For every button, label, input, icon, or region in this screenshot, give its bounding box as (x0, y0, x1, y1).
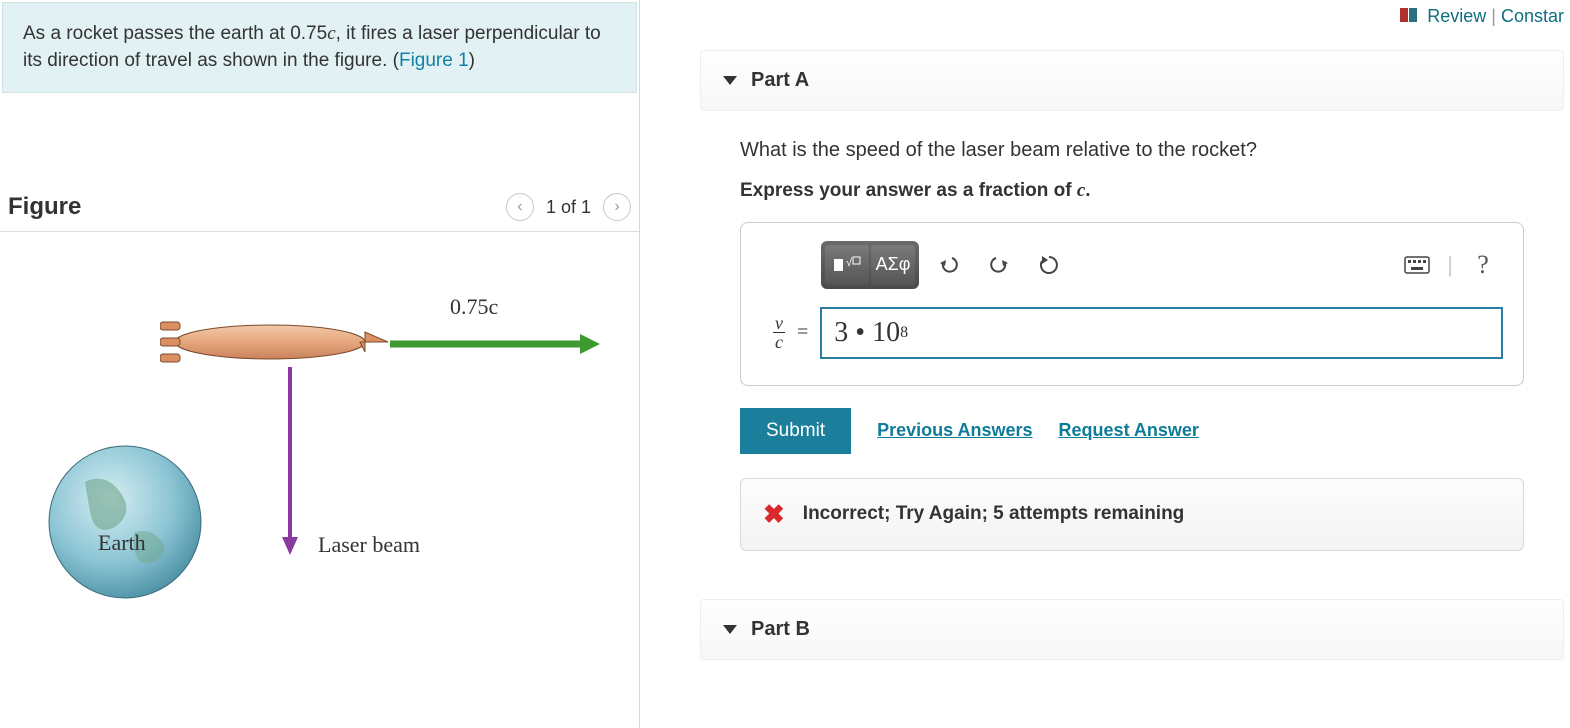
previous-answers-link[interactable]: Previous Answers (877, 420, 1032, 441)
rocket-image (160, 312, 390, 372)
figure-canvas: 0.75c Laser beam Earth (0, 232, 639, 728)
action-row: Submit Previous Answers Request Answer (740, 408, 1564, 454)
figure-page-indicator: 1 of 1 (546, 197, 591, 218)
answer-box: √ ΑΣφ | ? (740, 222, 1524, 386)
figure-next-button[interactable]: › (603, 193, 631, 221)
figure-header: Figure ‹ 1 of 1 › (0, 183, 639, 232)
part-a-instruction: Express your answer as a fraction of c. (740, 180, 1564, 202)
answer-input-row: v c = 3 • 108 (761, 307, 1503, 359)
answer-value: 3 • 10 (834, 317, 900, 349)
figure-heading: Figure (8, 193, 81, 221)
problem-text-3: ) (469, 50, 475, 71)
velocity-label: 0.75c (450, 294, 498, 320)
part-b-title: Part B (751, 618, 810, 641)
feedback-text: Incorrect; Try Again; 5 attempts remaini… (803, 503, 1185, 525)
left-pane: As a rocket passes the earth at 0.75c, i… (0, 0, 640, 728)
frac-denominator: c (773, 333, 785, 351)
keyboard-button[interactable] (1397, 245, 1437, 285)
velocity-arrow (390, 332, 600, 356)
template-tool-button[interactable]: √ (825, 245, 869, 285)
undo-button[interactable] (929, 245, 969, 285)
toolbar-divider: | (1447, 252, 1453, 278)
part-b-header[interactable]: Part B (700, 599, 1564, 660)
help-button[interactable]: ? (1463, 245, 1503, 285)
instruction-suffix: . (1085, 180, 1090, 201)
constants-link[interactable]: Constar (1501, 6, 1564, 26)
top-links: Review | Constar (700, 0, 1564, 34)
review-link[interactable]: Review (1427, 6, 1486, 26)
figure-link[interactable]: Figure 1 (399, 50, 469, 71)
frac-numerator: v (773, 314, 785, 333)
part-a-header[interactable]: Part A (700, 50, 1564, 111)
svg-text:√: √ (846, 257, 853, 269)
request-answer-link[interactable]: Request Answer (1059, 420, 1199, 441)
instruction-prefix: Express your answer as a fraction of (740, 180, 1077, 201)
greek-tool-button[interactable]: ΑΣφ (871, 245, 915, 285)
answer-input[interactable]: 3 • 108 (820, 307, 1503, 359)
equals-sign: = (797, 321, 808, 344)
reset-button[interactable] (1029, 245, 1069, 285)
part-a-question: What is the speed of the laser beam rela… (740, 139, 1564, 162)
redo-button[interactable] (979, 245, 1019, 285)
figure-nav: ‹ 1 of 1 › (506, 193, 631, 221)
part-a-title: Part A (751, 69, 809, 92)
book-icon (1400, 7, 1418, 28)
figure-prev-button[interactable]: ‹ (506, 193, 534, 221)
tool-group: √ ΑΣφ (821, 241, 919, 289)
laser-arrow (278, 367, 302, 557)
c-symbol: c (327, 23, 335, 44)
answer-exponent: 8 (900, 324, 908, 342)
link-separator: | (1491, 6, 1501, 26)
caret-down-icon (723, 625, 737, 634)
feedback-box: ✖ Incorrect; Try Again; 5 attempts remai… (740, 478, 1524, 551)
equation-toolbar: √ ΑΣφ | ? (761, 241, 1503, 289)
variable-fraction: v c (773, 314, 785, 351)
earth-label: Earth (98, 530, 146, 556)
caret-down-icon (723, 76, 737, 85)
laser-label: Laser beam (318, 532, 420, 558)
problem-statement: As a rocket passes the earth at 0.75c, i… (2, 2, 637, 93)
right-pane: Review | Constar Part A What is the spee… (640, 0, 1570, 728)
problem-text-1: As a rocket passes the earth at 0.75 (23, 23, 327, 44)
submit-button[interactable]: Submit (740, 408, 851, 454)
earth-image (45, 442, 205, 602)
incorrect-icon: ✖ (763, 499, 785, 530)
